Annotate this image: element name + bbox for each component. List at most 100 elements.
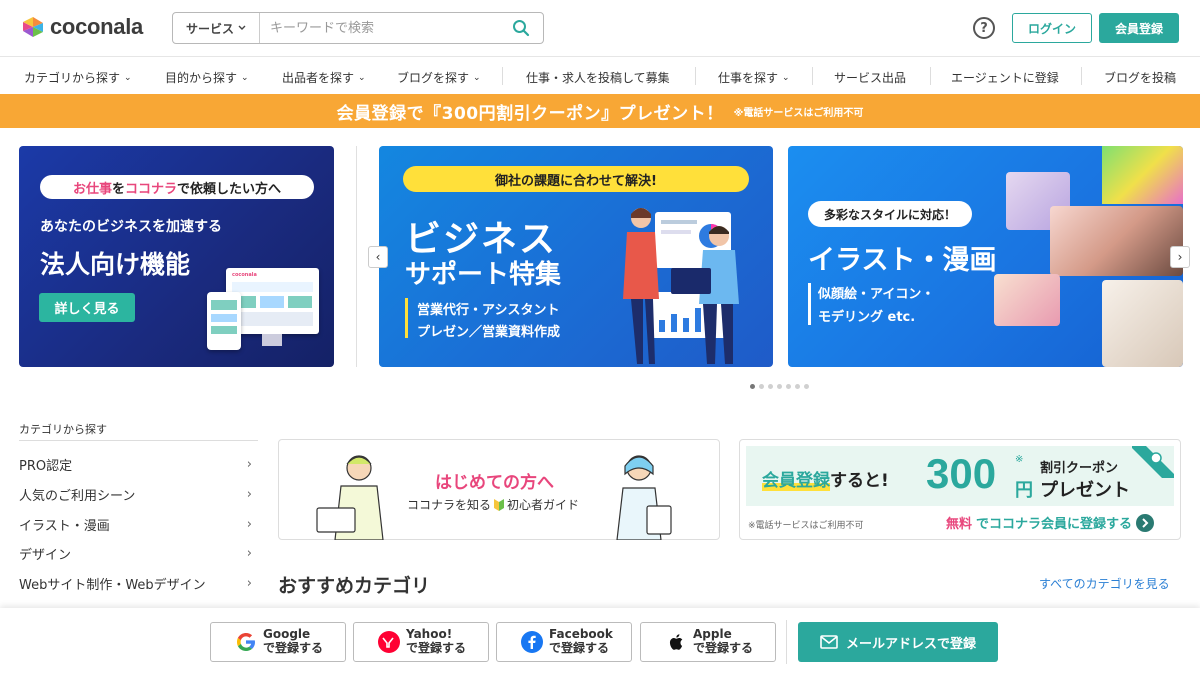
illustration-thumbnail [1050,206,1183,276]
banner-subtitle-2: モデリング etc. [818,310,916,325]
mini-logo: coconala [232,272,257,278]
cta-text: でココナラ会員に登録する [976,517,1133,532]
section-title-recommended: おすすめカテゴリ [278,575,431,597]
illustration-thumbnail [1102,280,1183,367]
phone-illustration [207,292,241,350]
carousel-dot[interactable] [759,384,764,389]
login-button[interactable]: ログイン [1012,13,1092,43]
coupon-note: ※電話サービスはご利用不可 [748,521,864,531]
banner-illustration[interactable]: 多彩なスタイルに対応！ イラスト・漫画 似顔絵・アイコン・ モデリング etc. [788,146,1183,367]
illustration-thumbnail [994,274,1060,326]
carousel-dot[interactable] [750,384,755,389]
beginner-guide-card[interactable]: はじめての方へ ココナラを知る 初心者ガイド [278,439,720,540]
logo-mark-icon [23,17,43,37]
chevron-right-icon: › [246,456,252,472]
nav-item-label: 目的から探す [165,71,238,85]
nav-item-blogs[interactable]: ブログを探す ⌄ [397,69,481,86]
banner-title: 法人向け機能 [40,250,191,279]
carousel-next-button[interactable]: › [1170,246,1190,268]
help-icon[interactable]: ? [973,17,995,39]
email-signup-label: メールアドレスで登録 [845,636,976,652]
nav-item-label: エージェントに登録 [951,71,1059,85]
search-input[interactable] [260,13,499,43]
sidebar-divider [19,440,258,441]
sidebar-title: カテゴリから探す [19,423,107,436]
coupon-amount: 300 [926,450,997,497]
coupon-line1: 割引クーポン [1040,461,1119,476]
promo-note: ※電話サービスはご利用不可 [733,107,864,119]
nav-divider [930,67,931,85]
apple-signup-button[interactable]: Apple で登録する [640,622,776,662]
google-signup-button[interactable]: Google で登録する [210,622,346,662]
nav-divider [502,67,503,85]
email-signup-button[interactable]: メールアドレスで登録 [798,622,998,662]
carousel-dot[interactable] [804,384,809,389]
people-illustration [623,208,739,364]
carousel-dot[interactable] [768,384,773,389]
nav-item-agent-register[interactable]: エージェントに登録 [951,69,1059,86]
chevron-down-icon: ⌄ [782,72,790,83]
banner-subtitle: 営業代行・アシスタント [417,303,560,318]
banner-title: イラスト・漫画 [808,245,997,276]
tag-highlight: ココナラ [125,181,178,197]
register-button[interactable]: 会員登録 [1099,13,1179,43]
footer-divider [786,620,787,664]
signup-button-label: Facebook で登録する [549,627,613,655]
banner-divider [356,146,357,367]
yahoo-icon [378,631,400,653]
nav-item-sellers[interactable]: 出品者を探す ⌄ [282,69,366,86]
google-icon [237,633,255,651]
carousel-dot[interactable] [777,384,782,389]
banner-title-2: サポート特集 [405,260,562,290]
nav-item-label: サービス出品 [834,71,907,85]
sidebar-item-web[interactable]: Webサイト制作・Webデザイン › [19,571,258,595]
illustration-thumbnail [1102,146,1183,204]
nav-item-label: カテゴリから探す [24,71,121,85]
nav-item-purpose[interactable]: 目的から探す ⌄ [165,69,249,86]
chevron-down-icon: ⌄ [124,72,132,83]
banner-business[interactable]: お仕事をココナラ で依頼したい方へ あなたのビジネスを加速する 法人向け機能 詳し… [19,146,334,367]
sidebar-item-label: デザイン [19,547,72,563]
sidebar-item-design[interactable]: デザイン › [19,541,258,565]
facebook-signup-button[interactable]: Facebook で登録する [496,622,632,662]
coupon-unit: 円 [1015,480,1033,501]
tag-text: で依頼したい方へ [177,181,282,197]
nav-item-label: 仕事を探す [718,71,779,85]
coconala-logo[interactable]: coconala [22,14,143,40]
nav-item-sell-service[interactable]: サービス出品 [834,69,906,86]
sidebar-item-pro[interactable]: PRO認定 › [19,452,258,476]
sidebar-item-illustration[interactable]: イラスト・漫画 › [19,512,258,536]
logo-text: coconala [50,14,143,39]
carousel-prev-button[interactable]: ‹ [368,246,388,268]
coupon-cta[interactable]: 無料 でココナラ会員に登録する [946,513,1155,532]
yahoo-signup-button[interactable]: Yahoo! で登録する [353,622,489,662]
sidebar-item-popular[interactable]: 人気のご利用シーン › [19,482,258,506]
signup-coupon-card[interactable]: 会員登録すると! 300 ※ 円 割引クーポン プレゼント ※電話サービスはご利… [739,439,1181,540]
chevron-right-icon: › [246,575,252,591]
all-categories-link[interactable]: すべてのカテゴリを見る [1039,575,1170,592]
arrow-circle-icon [1136,513,1155,532]
carousel-dot[interactable] [795,384,800,389]
details-button[interactable]: 詳しく見る [39,293,135,322]
nav-item-label: ブログを探す [397,71,470,85]
chevron-down-icon: ⌄ [473,72,481,83]
banner-business-support[interactable]: 御社の課題に合わせて解決! ビジネス サポート特集 営業代行・アシスタント プレ… [379,146,773,367]
nav-item-find-job[interactable]: 仕事を探す ⌄ [718,69,790,86]
nav-item-label: 出品者を探す [282,71,355,85]
banner-tag: 多彩なスタイルに対応！ [808,201,972,227]
chevron-down-icon: ⌄ [241,72,249,83]
search-category-select[interactable]: サービス [173,13,260,43]
nav-item-label: 仕事・求人を投稿して募集 [526,71,670,85]
carousel-dot[interactable] [786,384,791,389]
coupon-lead: 会員登録すると! [762,466,889,491]
sidebar-item-label: Webサイト制作・Webデザイン [19,577,206,593]
promo-banner[interactable]: 会員登録で『300円割引クーポン』プレゼント！ ※電話サービスはご利用不可 [0,94,1200,128]
nav-item-category[interactable]: カテゴリから探す ⌄ [24,69,132,86]
nav-item-post-blog[interactable]: ブログを投稿 [1104,69,1176,86]
beginner-mark-icon [494,498,505,511]
tag-text: を [111,181,125,197]
search-button[interactable] [499,13,543,43]
nav-item-post-job[interactable]: 仕事・求人を投稿して募集 [526,69,670,86]
nav-divider [812,67,813,85]
chevron-right-icon: › [246,516,252,532]
